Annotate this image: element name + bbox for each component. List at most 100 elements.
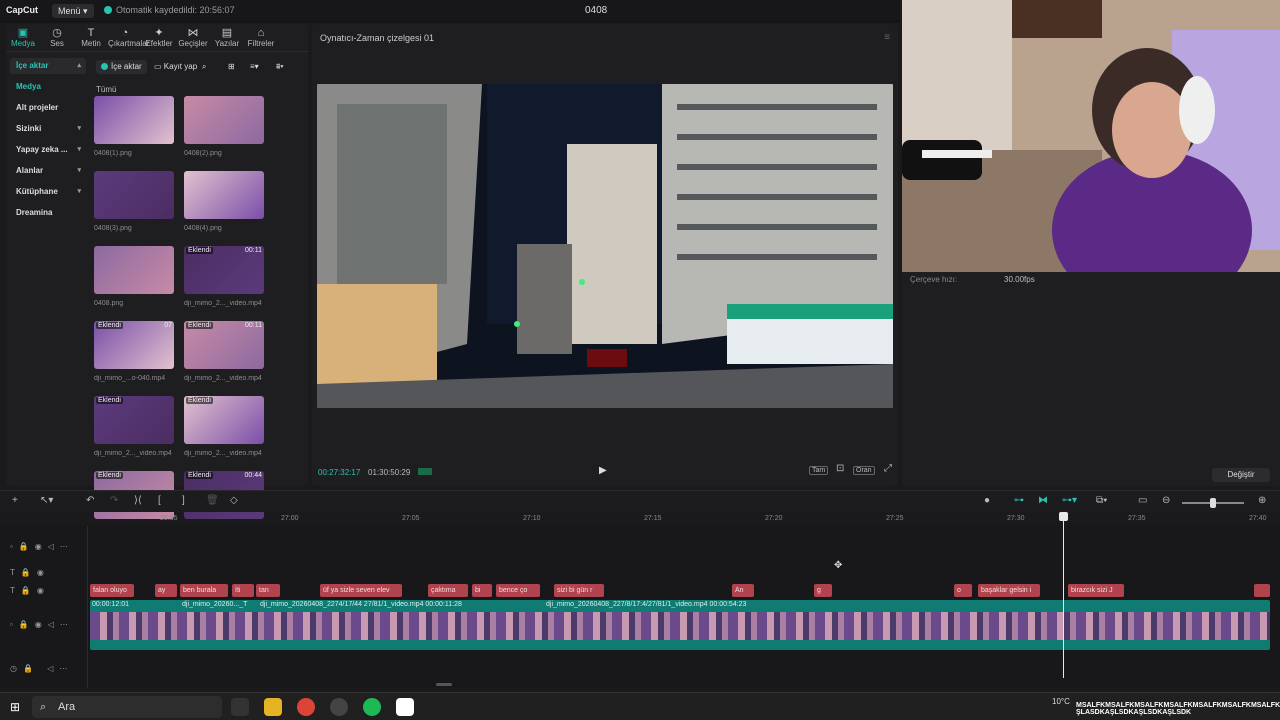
tab-filters[interactable]: ⌂ Filtreler xyxy=(244,24,278,51)
nav-label: Medya xyxy=(16,82,41,91)
media-thumbnail[interactable] xyxy=(184,96,264,144)
task-view-icon[interactable] xyxy=(231,698,249,716)
nav-item-1[interactable]: Medya xyxy=(10,79,86,95)
track-header-1[interactable]: ▫🔒◉◁⋯ xyxy=(10,542,74,551)
import-button[interactable]: İçe aktar xyxy=(96,60,147,74)
file-explorer-icon[interactable] xyxy=(264,698,282,716)
caption-clip[interactable]: İti xyxy=(232,584,254,597)
spotify-icon[interactable] xyxy=(363,698,381,716)
redo-icon[interactable]: ↷ xyxy=(110,495,118,506)
add-icon[interactable]: + xyxy=(12,495,18,506)
preview-axis-icon[interactable]: ⧉▾ xyxy=(1096,495,1107,506)
snap-icon[interactable]: ⧓ xyxy=(1038,495,1048,506)
taskbar-search[interactable]: ⌕ Ara xyxy=(32,696,222,718)
caption-clip[interactable]: başaklar gelsin i xyxy=(978,584,1040,597)
timeline-scrollbar[interactable] xyxy=(436,683,452,686)
media-thumbnail[interactable] xyxy=(94,171,174,219)
chrome-icon[interactable] xyxy=(297,698,315,716)
grid-view-icon[interactable]: ⊞ xyxy=(228,60,235,74)
caption-clip[interactable]: üf ya sizle seven elev xyxy=(320,584,402,597)
zoom-out-icon[interactable]: ⊖ xyxy=(1162,495,1170,506)
time-ruler[interactable]: 26:55 27:00 27:05 27:10 27:15 27:20 27:25 27:30… xyxy=(90,512,1280,526)
mic-icon[interactable]: ● xyxy=(984,495,990,506)
playhead-handle[interactable] xyxy=(1059,512,1068,521)
tab-sticker[interactable]: ◔ Çıkartmalar xyxy=(108,24,149,51)
media-thumbnail[interactable]: Eklendi xyxy=(94,396,174,444)
delete-icon[interactable]: 🗑 xyxy=(206,495,219,506)
select-tool-icon[interactable]: ↖▾ xyxy=(40,495,53,506)
video-preview[interactable] xyxy=(317,84,893,408)
trim-right-icon[interactable]: ] xyxy=(182,495,185,506)
media-thumbnail[interactable]: Eklendi 07 xyxy=(94,321,174,369)
capcut-icon[interactable] xyxy=(396,698,414,716)
caption-clip[interactable]: g xyxy=(814,584,832,597)
snapshot-icon[interactable]: ⊡ xyxy=(834,463,846,474)
playhead[interactable] xyxy=(1063,512,1064,678)
shield-icon[interactable]: ◇ xyxy=(230,495,238,506)
nav-item-7[interactable]: Dreamina xyxy=(10,205,86,221)
nav-item-2[interactable]: Alt projeler xyxy=(10,100,86,116)
caption-clip[interactable] xyxy=(1254,584,1270,597)
link-icon[interactable]: ⊶ xyxy=(1014,495,1024,506)
tab-audio[interactable]: ◷ Ses xyxy=(40,24,74,51)
tab-label: Geçişler xyxy=(178,39,208,48)
nav-item-4[interactable]: Yapay zeka ... ▾ xyxy=(10,142,86,158)
caption-clip[interactable]: An xyxy=(732,584,754,597)
caption-clip[interactable]: tan xyxy=(256,584,280,597)
menu-label: Menü xyxy=(58,6,81,16)
caption-clip[interactable]: sizi bi gün r xyxy=(554,584,604,597)
subtitle-icon[interactable]: ▭ xyxy=(1138,495,1147,506)
menu-button[interactable]: Menü ▾ xyxy=(52,4,94,18)
nav-item-0[interactable]: İçe aktar ▴ xyxy=(10,58,86,74)
caption-clip[interactable]: ben burala xyxy=(180,584,228,597)
caption-clip[interactable]: falan oluyo xyxy=(90,584,134,597)
track-header-audio[interactable]: ◷🔒 ◁⋯ xyxy=(10,664,73,673)
media-thumbnail[interactable]: Eklendi 00:11 xyxy=(184,246,264,294)
fullscreen-icon[interactable]: ⤢ xyxy=(882,463,894,474)
track-header-3[interactable]: T🔒◉ xyxy=(10,586,50,595)
main-video-track[interactable]: 00:00:12:01 dji_mimo_20260..._T dji_mimo_2… xyxy=(90,600,1270,650)
tab-captions[interactable]: ▤ Yazılar xyxy=(210,24,244,51)
tab-effects[interactable]: ✦ Efektler xyxy=(142,24,176,51)
stream-ticker: MSALFKMSALFKMSALFKMSALFKMSALFKMSALFKMSAL… xyxy=(1076,702,1280,716)
split-icon[interactable]: ⟩⟨ xyxy=(134,495,142,506)
nav-item-3[interactable]: Sizinki ▾ xyxy=(10,121,86,137)
play-button[interactable]: ▶ xyxy=(599,465,607,476)
caption-clip[interactable]: bi xyxy=(472,584,492,597)
trim-left-icon[interactable]: [ xyxy=(158,495,161,506)
linkage-icon[interactable]: ⊶▾ xyxy=(1062,495,1077,506)
change-button[interactable]: Değiştir xyxy=(1212,468,1270,482)
panel-menu-icon[interactable]: ≡ xyxy=(884,32,890,43)
zoom-slider-handle[interactable] xyxy=(1210,498,1216,508)
windows-start-icon[interactable]: ⊞ xyxy=(10,700,20,714)
record-button[interactable]: ▭ Kayıt yap xyxy=(150,60,201,74)
caption-clip[interactable]: o xyxy=(954,584,972,597)
obs-icon[interactable] xyxy=(330,698,348,716)
caption-clip[interactable]: birazcık sizi J xyxy=(1068,584,1124,597)
full-quality-button[interactable]: Tam xyxy=(809,466,829,475)
undo-icon[interactable]: ↶ xyxy=(86,495,94,506)
weather-widget[interactable]: 10°C xyxy=(1052,697,1070,706)
tab-text[interactable]: T Metin xyxy=(74,24,108,51)
track-header-2[interactable]: T🔒◉ xyxy=(10,568,50,577)
ratio-button[interactable]: Oran xyxy=(853,466,875,475)
media-thumbnail[interactable]: Eklendi xyxy=(184,396,264,444)
all-label: Tümü xyxy=(96,85,117,94)
zoom-in-icon[interactable]: ⊕ xyxy=(1258,495,1266,506)
caption-clip[interactable]: ay xyxy=(155,584,177,597)
track-header-main[interactable]: ▫🔒◉◁⋯ xyxy=(10,620,74,629)
nav-item-5[interactable]: Alanlar ▾ xyxy=(10,163,86,179)
nav-item-6[interactable]: Kütüphane ▾ xyxy=(10,184,86,200)
caption-clip[interactable]: bence ço xyxy=(496,584,540,597)
tab-media[interactable]: ▣ Medya xyxy=(6,24,40,51)
filter-icon[interactable]: ⩩▾ xyxy=(276,60,284,74)
media-thumbnail[interactable] xyxy=(94,96,174,144)
caption-clip[interactable]: çaktıma xyxy=(428,584,468,597)
sort-icon[interactable]: ≡▾ xyxy=(250,60,259,74)
media-thumbnail[interactable]: Eklendi 00:11 xyxy=(184,321,264,369)
search-icon[interactable]: ⌕ xyxy=(202,60,206,74)
media-thumbnail[interactable] xyxy=(94,246,174,294)
ruler-label: 27:30 xyxy=(1007,515,1025,522)
media-thumbnail[interactable] xyxy=(184,171,264,219)
tab-transitions[interactable]: ⋈ Geçişler xyxy=(176,24,210,51)
